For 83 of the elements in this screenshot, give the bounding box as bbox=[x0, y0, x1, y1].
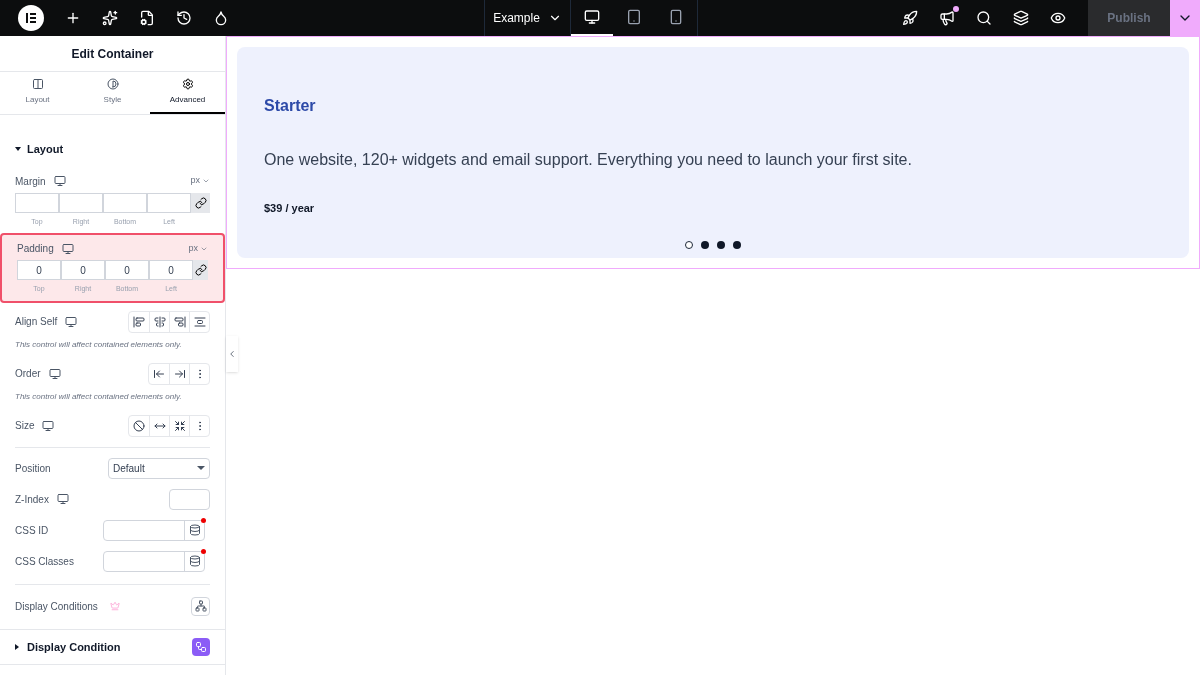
add-icon[interactable] bbox=[65, 10, 81, 26]
history-icon[interactable] bbox=[176, 10, 192, 26]
chevron-down-icon bbox=[202, 177, 210, 185]
align-top-icon bbox=[133, 315, 145, 328]
layers-icon[interactable] bbox=[1013, 10, 1029, 26]
search-icon[interactable] bbox=[976, 10, 992, 26]
link-icon bbox=[194, 196, 207, 209]
dimension-input[interactable]: 0 bbox=[61, 260, 105, 280]
collapse-panel-handle[interactable] bbox=[226, 336, 238, 372]
desktop-icon[interactable] bbox=[56, 493, 69, 505]
desktop-icon[interactable] bbox=[61, 242, 74, 255]
card-price: $39 / year bbox=[264, 201, 316, 216]
database-icon[interactable] bbox=[188, 555, 201, 567]
megaphone-icon[interactable] bbox=[939, 10, 955, 26]
control-label: Display Conditions bbox=[15, 599, 98, 614]
dimension-input[interactable] bbox=[59, 192, 103, 213]
logo-button[interactable] bbox=[18, 5, 44, 31]
control-label: Align Self bbox=[15, 315, 58, 329]
shrink-icon bbox=[173, 419, 186, 432]
align-center-button[interactable] bbox=[149, 311, 169, 332]
columns-icon bbox=[31, 78, 44, 90]
crown-icon bbox=[109, 601, 120, 611]
control-note: This control will affect contained elements only. bbox=[15, 338, 183, 351]
dimension-input[interactable] bbox=[103, 192, 147, 213]
text-input[interactable] bbox=[103, 519, 205, 541]
page-settings-icon[interactable] bbox=[139, 10, 155, 26]
control-label: CSS Classes bbox=[15, 554, 74, 569]
card-description: One website, 120+ widgets and email support. Everything you need to launch your first site. bbox=[264, 150, 913, 170]
start-icon bbox=[153, 367, 165, 380]
position-select[interactable]: Default bbox=[108, 457, 210, 479]
panel-tab[interactable]: Layout bbox=[0, 72, 75, 114]
link-values-button[interactable] bbox=[191, 192, 210, 213]
control-label: Order bbox=[15, 367, 41, 381]
dimension-input[interactable] bbox=[147, 192, 191, 213]
control-label: Z-Index bbox=[15, 492, 49, 507]
link-values-button[interactable] bbox=[193, 260, 208, 280]
control-label: Padding bbox=[17, 242, 54, 256]
settings-icon bbox=[181, 78, 194, 90]
desktop-icon[interactable] bbox=[53, 175, 66, 187]
desktop-icon[interactable] bbox=[65, 315, 78, 328]
section-header[interactable]: Layout bbox=[0, 141, 225, 158]
page-dropdown[interactable]: Example bbox=[484, 0, 571, 36]
stretch-icon bbox=[193, 315, 206, 328]
rocket-icon[interactable] bbox=[902, 10, 918, 26]
mobile-icon bbox=[668, 9, 684, 25]
dimension-input[interactable] bbox=[15, 192, 59, 213]
database-icon[interactable] bbox=[188, 524, 201, 536]
chevron-left-icon bbox=[227, 349, 237, 359]
logo-icon bbox=[25, 12, 37, 24]
align-bottom-icon bbox=[173, 315, 186, 328]
none-icon bbox=[133, 419, 145, 432]
section-header[interactable]: Display Condition bbox=[15, 638, 121, 656]
desktop-icon[interactable] bbox=[48, 367, 61, 380]
control-label: Margin bbox=[15, 174, 46, 189]
align-center-icon bbox=[153, 315, 166, 328]
panel-tab[interactable]: Style bbox=[75, 72, 150, 114]
control-label: Position bbox=[15, 461, 51, 476]
panel-tab[interactable]: Advanced bbox=[150, 72, 225, 114]
preview-icon[interactable] bbox=[1050, 10, 1066, 26]
desktop-icon bbox=[584, 9, 600, 25]
conditions-button[interactable] bbox=[191, 596, 210, 616]
dimension-input[interactable]: 0 bbox=[105, 260, 149, 280]
sitemap-icon bbox=[194, 600, 207, 612]
control-note: This control will affect contained elements only. bbox=[15, 390, 183, 403]
control-label: CSS ID bbox=[15, 523, 49, 538]
control-label: Size bbox=[15, 419, 35, 433]
text-input[interactable] bbox=[103, 550, 205, 572]
dimension-input[interactable]: 0 bbox=[17, 260, 61, 280]
unit-select[interactable]: px bbox=[188, 241, 208, 256]
half-circle-icon bbox=[106, 78, 119, 90]
dimension-input[interactable]: 0 bbox=[149, 260, 193, 280]
align-bottom-button[interactable] bbox=[169, 311, 189, 332]
card-title: Starter bbox=[264, 96, 317, 116]
sparkle-icon[interactable] bbox=[102, 10, 118, 26]
link-icon bbox=[194, 264, 207, 276]
end-icon bbox=[173, 367, 186, 380]
publish-options-button[interactable] bbox=[1170, 0, 1200, 36]
tablet-icon bbox=[626, 9, 642, 25]
z-index-input[interactable] bbox=[169, 488, 210, 510]
droplet-icon[interactable] bbox=[213, 10, 229, 26]
panel-title: Edit Container bbox=[0, 36, 225, 72]
desktop-icon[interactable] bbox=[42, 419, 55, 432]
unit-select[interactable]: px bbox=[190, 174, 210, 188]
